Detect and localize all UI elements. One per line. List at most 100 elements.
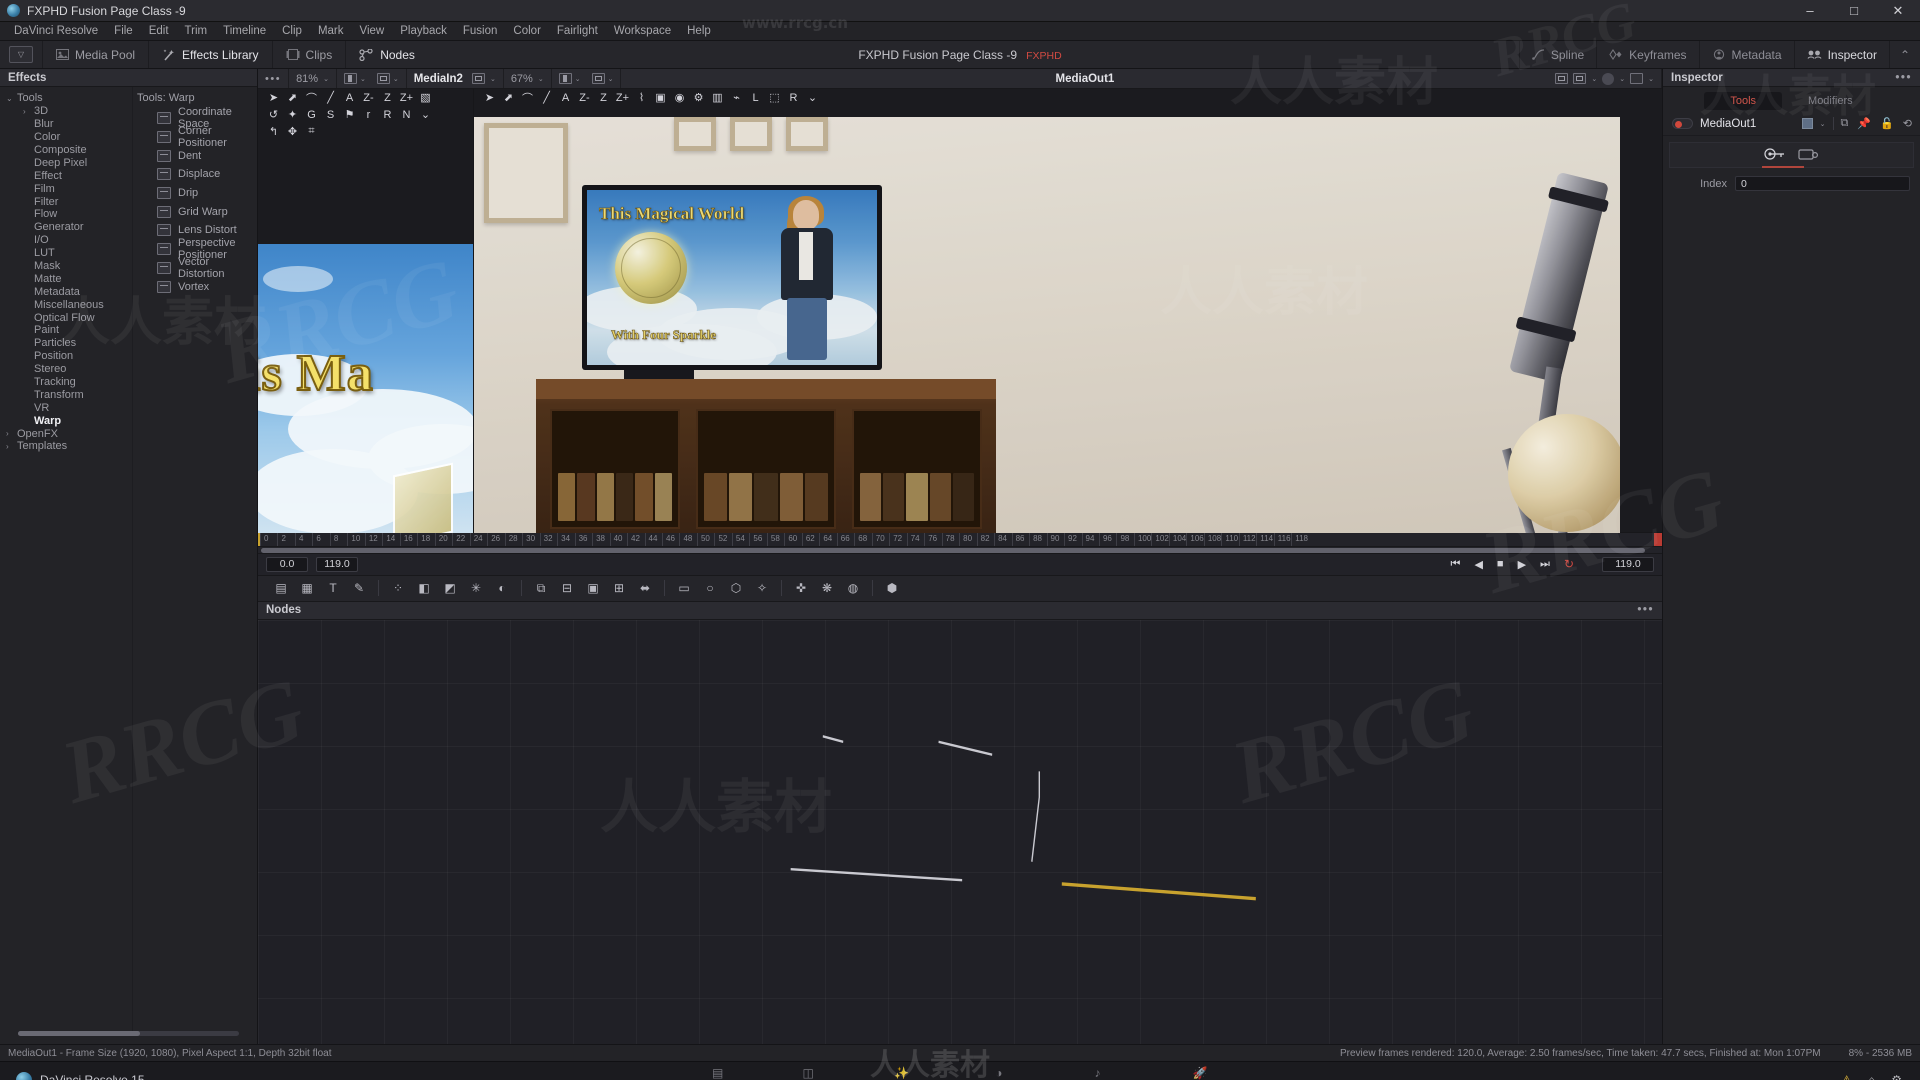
page-tab-fusion[interactable]: ✨ Fusion (874, 1064, 930, 1080)
three-d-renderer-icon[interactable]: ⬢ (879, 577, 905, 599)
left-viewer-zoom[interactable]: 81% ⌄ (289, 69, 337, 88)
menu-help[interactable]: Help (679, 22, 719, 41)
tool-dent[interactable]: Dent (133, 146, 257, 165)
move-tool-icon[interactable]: ⬈ (499, 90, 518, 105)
zoom-tool-icon[interactable]: Z (378, 90, 397, 105)
pointer-alt-icon[interactable]: ↰ (264, 124, 283, 139)
tree-item-optical-flow[interactable]: Optical Flow (0, 311, 132, 324)
nodes-more-icon[interactable]: ••• (1637, 604, 1654, 616)
page-tab-media[interactable]: ▤ Media (693, 1064, 743, 1080)
line-tool-icon[interactable]: ╱ (537, 90, 556, 105)
minimize-button[interactable]: – (1788, 0, 1832, 21)
viewer-layout-controls[interactable]: ⌄ ⌄ ⌄ (1548, 69, 1662, 88)
maximize-button[interactable]: □ (1832, 0, 1876, 21)
merge-tool-icon[interactable]: ⧉ (528, 577, 554, 599)
region-tool-icon[interactable]: ▧ (416, 90, 435, 105)
menu-edit[interactable]: Edit (141, 22, 177, 41)
tree-item-flow[interactable]: Flow (0, 208, 132, 221)
highlight-tool-icon[interactable]: ✳ (463, 577, 489, 599)
layout-preset-dropdown[interactable]: ▽ (9, 46, 33, 63)
tree-item-warp[interactable]: Warp (0, 414, 132, 427)
text-tool-icon[interactable]: A (556, 90, 575, 105)
zoom-out-icon[interactable]: Z- (359, 90, 378, 105)
tree-item-templates[interactable]: › Templates (0, 440, 132, 453)
tree-item-lut[interactable]: LUT (0, 247, 132, 260)
tree-item-vr[interactable]: VR (0, 401, 132, 414)
effects-scrollbar[interactable] (18, 1031, 239, 1036)
node-color-swatch[interactable] (1801, 118, 1813, 129)
effects-library-button[interactable]: Effects Library (148, 41, 271, 68)
metadata-button[interactable]: Metadata (1698, 41, 1794, 68)
menu-playback[interactable]: Playback (392, 22, 455, 41)
tree-item-mask[interactable]: Mask (0, 260, 132, 273)
more-options-icon[interactable]: ⌄ (803, 90, 822, 105)
camera-tracker-icon[interactable]: ◍ (840, 577, 866, 599)
close-button[interactable]: ✕ (1876, 0, 1920, 21)
rotate-icon[interactable]: r (359, 107, 378, 122)
tree-item-deep-pixel[interactable]: Deep Pixel (0, 156, 132, 169)
tab-modifiers[interactable]: Modifiers (1782, 92, 1879, 110)
paint-tool-icon[interactable]: ✎ (346, 577, 372, 599)
go-to-last-frame-button[interactable]: ⏭ (1540, 558, 1550, 571)
planar-tracker-icon[interactable]: ❋ (814, 577, 840, 599)
media-pool-button[interactable]: Media Pool (42, 41, 148, 68)
rectangle-mask-icon[interactable]: ▭ (671, 577, 697, 599)
bspline-mask-icon[interactable]: ✧ (749, 577, 775, 599)
stop-button[interactable]: ■ (1497, 558, 1504, 570)
keyframes-button[interactable]: Keyframes (1596, 41, 1698, 68)
zoom-fit-icon[interactable]: Z+ (613, 90, 632, 105)
tree-item-blur[interactable]: Blur (0, 118, 132, 131)
timeline-scrollbar[interactable] (258, 545, 1662, 553)
roi-icon[interactable]: ⬚ (765, 90, 784, 105)
reset-rotate-icon[interactable]: R (378, 107, 397, 122)
tree-item-3d[interactable]: › 3D (0, 105, 132, 118)
tab-tools[interactable]: Tools (1704, 92, 1783, 110)
left-viewer[interactable]: ➤ ⬈ ⌒ ╱ A Z- Z Z+ ▧ ↺ ✦ G S ⚑ r R N ⌄ ↰ … (258, 89, 474, 534)
page-tab-fairlight[interactable]: ♪ Fairlight (1068, 1064, 1127, 1080)
undo-icon[interactable]: ↺ (264, 107, 283, 122)
tree-item-particles[interactable]: Particles (0, 337, 132, 350)
loop-button[interactable]: ↻ (1564, 557, 1574, 571)
particles-tool-icon[interactable]: ⁘ (385, 577, 411, 599)
clips-button[interactable]: Clips (271, 41, 346, 68)
page-tab-deliver[interactable]: 🚀 Deliver (1173, 1064, 1227, 1080)
index-input[interactable]: 0 (1735, 176, 1910, 191)
tree-item-miscellaneous[interactable]: Miscellaneous (0, 298, 132, 311)
tree-item-tracking[interactable]: Tracking (0, 376, 132, 389)
flag-icon[interactable]: ⚑ (340, 107, 359, 122)
inspector-button[interactable]: Inspector (1793, 41, 1889, 68)
tree-item-composite[interactable]: Composite (0, 144, 132, 157)
menu-timeline[interactable]: Timeline (215, 22, 274, 41)
nodes-button[interactable]: Nodes (345, 41, 428, 68)
go-to-first-frame-button[interactable]: ⏮ (1451, 558, 1461, 571)
menu-mark[interactable]: Mark (310, 22, 352, 41)
tree-item-effect[interactable]: Effect (0, 169, 132, 182)
shape-circle-icon[interactable]: ◉ (670, 90, 689, 105)
menu-davinci-resolve[interactable]: DaVinci Resolve (6, 22, 106, 41)
node-graph-canvas[interactable]: MediaIn2 Transform1 (258, 619, 1662, 1044)
menu-clip[interactable]: Clip (274, 22, 310, 41)
left-viewer-split-control[interactable]: ⌄ ⌄ (337, 69, 407, 88)
reset-icon[interactable]: ⟲ (1903, 117, 1912, 130)
tree-item-film[interactable]: Film (0, 182, 132, 195)
tree-item-metadata[interactable]: Metadata (0, 285, 132, 298)
range-start-field[interactable]: 0.0 (266, 556, 308, 572)
chevron-down-icon[interactable]: ⌄ (416, 107, 435, 122)
right-viewer[interactable]: ➤ ⬈ ⌒ ╱ A Z- Z Z+ ⌇ ▣ ◉ ⚙ ▥ ⌁ L ⬚ R ⌄ Th… (474, 89, 1662, 542)
channel-boolean-icon[interactable]: ▣ (580, 577, 606, 599)
transform-tool-icon[interactable]: ⬌ (632, 577, 658, 599)
right-viewer-split-control[interactable]: ⌄ ⌄ (552, 69, 622, 88)
timeline-ruler[interactable]: 0 2 4 6 8 10 12 14 16 18 20 22 24 26 28 30 32 34 36 38 40 42 4… (258, 532, 1654, 546)
tool-grid-warp[interactable]: Grid Warp (133, 202, 257, 221)
play-reverse-button[interactable]: ◀ (1474, 558, 1482, 571)
shape-square-icon[interactable]: ▣ (651, 90, 670, 105)
tree-item-tools[interactable]: ⌄ Tools (0, 92, 132, 105)
tree-item-position[interactable]: Position (0, 350, 132, 363)
grid-toggle-icon[interactable]: G (302, 107, 321, 122)
text-tool-icon[interactable]: T (320, 577, 346, 599)
chevron-down-icon[interactable]: ⌄ (1820, 120, 1826, 128)
spline-button[interactable]: Spline (1518, 41, 1596, 68)
menu-fusion[interactable]: Fusion (455, 22, 506, 41)
color-picker-icon[interactable] (1602, 72, 1615, 85)
histogram-icon[interactable]: ▥ (708, 90, 727, 105)
